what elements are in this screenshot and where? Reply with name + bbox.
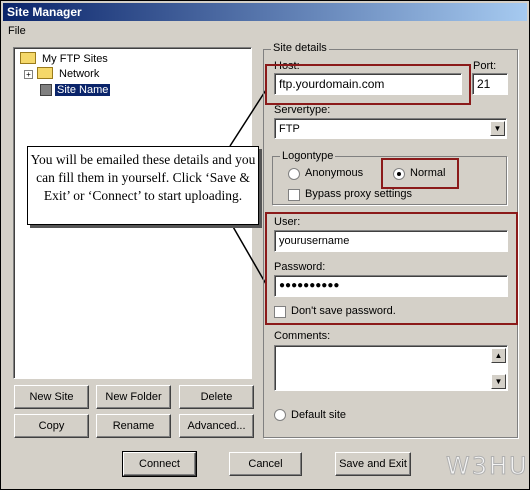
port-input[interactable]: 21 (472, 73, 508, 95)
delete-button[interactable]: Delete (179, 385, 254, 409)
user-input[interactable]: yourusername (274, 230, 508, 252)
menu-file[interactable]: File (8, 23, 26, 39)
new-folder-button[interactable]: New Folder (96, 385, 171, 409)
comments-label: Comments: (274, 330, 331, 342)
anonymous-radio[interactable] (288, 168, 300, 180)
comments-textarea[interactable] (274, 345, 508, 391)
password-label: Password: (274, 261, 326, 273)
default-site-label: Default site (291, 409, 347, 421)
folder-open-icon (20, 52, 36, 65)
copy-button[interactable]: Copy (14, 414, 89, 438)
tree-root-label: My FTP Sites (42, 53, 108, 65)
scroll-up-icon[interactable]: ▲ (491, 348, 506, 363)
save-and-exit-button[interactable]: Save and Exit (335, 452, 411, 476)
site-details-label: Site details (271, 42, 329, 54)
folder-icon (37, 67, 53, 80)
advanced-button[interactable]: Advanced... (179, 414, 254, 438)
dropdown-arrow-icon[interactable]: ▼ (490, 121, 505, 136)
scroll-down-icon[interactable]: ▼ (491, 374, 506, 389)
tree-root[interactable]: My FTP Sites (20, 52, 110, 66)
tree-item-label: Network (59, 68, 100, 80)
computer-icon (40, 84, 52, 97)
logontype-label: Logontype (280, 150, 336, 162)
dont-save-password-label: Don't save password. (291, 305, 396, 317)
tree-item-site-name[interactable]: Site Name (40, 83, 111, 97)
normal-highlight (381, 158, 459, 189)
connect-button[interactable]: Connect (122, 451, 197, 477)
anonymous-label: Anonymous (305, 167, 364, 179)
cancel-button[interactable]: Cancel (229, 452, 302, 476)
bypass-proxy-checkbox[interactable] (288, 189, 300, 201)
expand-icon[interactable]: + (24, 69, 33, 79)
servertype-label: Servertype: (274, 104, 331, 116)
default-site-radio[interactable] (274, 409, 286, 421)
bypass-proxy-label: Bypass proxy settings (305, 188, 412, 200)
window-title: Site Manager (3, 3, 527, 21)
port-label: Port: (473, 60, 497, 72)
user-label: User: (274, 216, 301, 228)
tree-item-network[interactable]: + Network (24, 67, 101, 81)
rename-button[interactable]: Rename (96, 414, 171, 438)
tree-item-label: Site Name (55, 84, 111, 96)
new-site-button[interactable]: New Site (14, 385, 89, 409)
watermark: W3HUB (445, 452, 530, 481)
instruction-callout: You will be emailed these details and yo… (27, 146, 259, 225)
password-input[interactable]: ●●●●●●●●●● (274, 275, 508, 297)
servertype-select[interactable]: FTP (274, 118, 507, 139)
host-highlight (265, 64, 471, 105)
servertype-value: FTP (279, 123, 300, 135)
dont-save-password-checkbox[interactable] (274, 306, 286, 318)
